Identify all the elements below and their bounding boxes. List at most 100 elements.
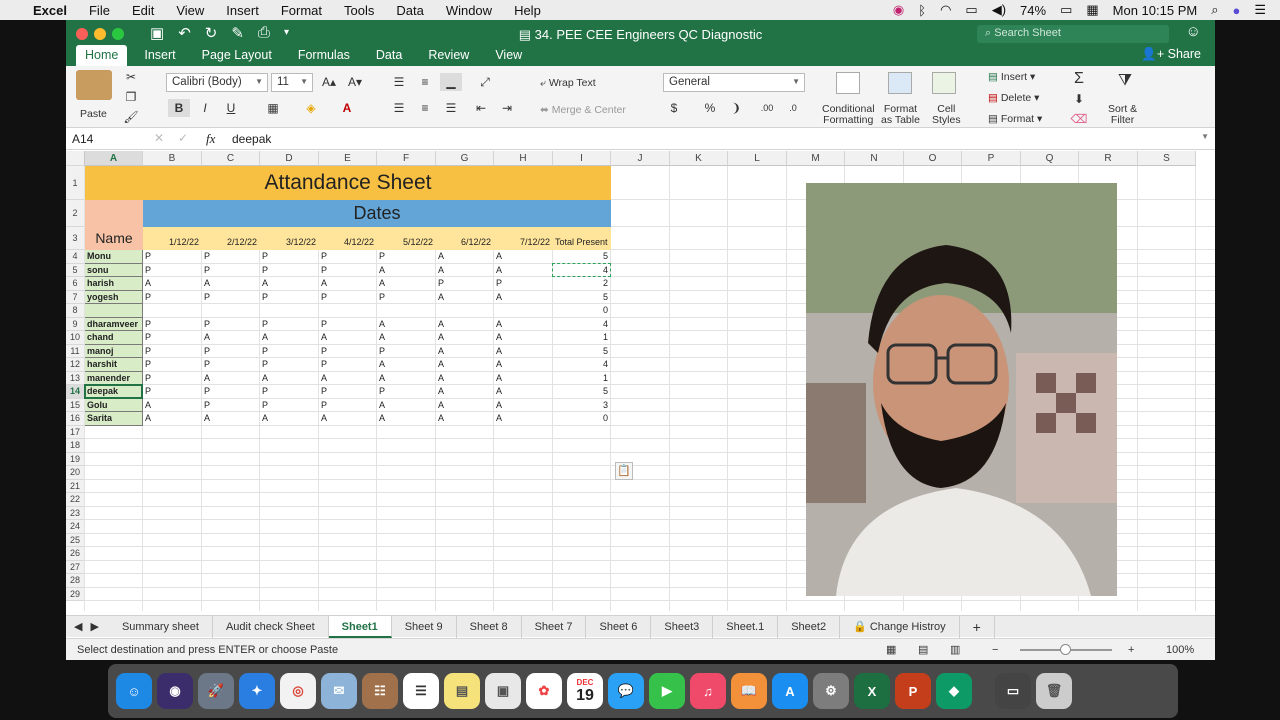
column-header[interactable]: L	[728, 151, 787, 166]
row-header[interactable]: 24	[66, 520, 85, 534]
zoom-in-button[interactable]: +	[1128, 639, 1134, 660]
attendance-cell[interactable]: A	[436, 318, 494, 332]
attendance-cell[interactable]	[494, 304, 553, 318]
attendance-cell[interactable]: P	[319, 345, 377, 359]
airplay-icon[interactable]: ▭	[965, 2, 977, 18]
attendance-cell[interactable]: P	[143, 331, 202, 345]
attendance-cell[interactable]: P	[202, 399, 260, 413]
attendance-cell[interactable]: A	[494, 318, 553, 332]
align-left-icon[interactable]: ☰	[388, 99, 410, 117]
page-layout-view-icon[interactable]: ▤	[918, 639, 928, 660]
attendance-cell[interactable]: P	[143, 291, 202, 305]
attendance-cell[interactable]: A	[143, 277, 202, 291]
row-header[interactable]: 17	[66, 425, 85, 439]
attendance-cell[interactable]: A	[143, 399, 202, 413]
calendar-icon[interactable]: DEC 19	[567, 673, 603, 709]
attendance-cell[interactable]: A	[319, 277, 377, 291]
keyboard-icon[interactable]: ▦	[1086, 2, 1098, 18]
attendance-cell[interactable]: P	[143, 372, 202, 386]
total-present-cell[interactable]: 4	[553, 318, 611, 332]
name-cell[interactable]: Monu	[85, 250, 143, 264]
sheet-tab-sheet-7[interactable]: Sheet 7	[522, 615, 587, 638]
name-cell[interactable]: manender	[85, 371, 143, 385]
total-present-cell[interactable]: 5	[553, 345, 611, 359]
attendance-cell[interactable]: P	[260, 345, 319, 359]
sheet-tab-sheet-9[interactable]: Sheet 9	[392, 615, 457, 638]
select-all-corner[interactable]	[66, 151, 85, 166]
attendance-cell[interactable]	[143, 304, 202, 318]
row-header[interactable]: 3	[66, 227, 85, 250]
attendance-cell[interactable]	[319, 304, 377, 318]
total-present-cell[interactable]: 0	[553, 304, 611, 318]
delete-cells-button[interactable]: ▤ Delete ▾	[988, 92, 1039, 104]
clear-icon[interactable]: ⌫	[1068, 110, 1090, 128]
app-menu-excel[interactable]: Excel	[22, 3, 78, 18]
attendance-cell[interactable]: P	[143, 345, 202, 359]
format-as-table-button[interactable]: Format as Table	[881, 104, 920, 126]
row-header[interactable]: 11	[66, 344, 85, 358]
attendance-cell[interactable]: A	[377, 412, 436, 426]
attendance-cell[interactable]: A	[494, 345, 553, 359]
fill-icon[interactable]: ⬇	[1068, 90, 1090, 108]
attendance-cell[interactable]: A	[436, 358, 494, 372]
wrap-text-button[interactable]: ⤶ Wrap Text	[540, 77, 596, 90]
row-header[interactable]: 28	[66, 574, 85, 588]
attendance-cell[interactable]: A	[436, 385, 494, 399]
attendance-cell[interactable]: A	[260, 412, 319, 426]
increase-decimal-icon[interactable]: .00	[756, 99, 778, 117]
row-header[interactable]: 10	[66, 331, 85, 345]
row-header[interactable]: 29	[66, 587, 85, 601]
attendance-cell[interactable]: P	[319, 318, 377, 332]
downloads-stack-icon[interactable]: ▭	[995, 673, 1031, 709]
scroll-tabs-left-icon[interactable]: ◀	[66, 620, 90, 633]
row-header[interactable]: 27	[66, 560, 85, 574]
column-header[interactable]: N	[845, 151, 904, 166]
attendance-cell[interactable]: A	[494, 358, 553, 372]
attendance-cell[interactable]: A	[494, 385, 553, 399]
add-sheet-button[interactable]: +	[960, 615, 995, 638]
column-header[interactable]: H	[494, 151, 553, 166]
insert-function-button[interactable]: fx	[206, 131, 215, 147]
clock[interactable]: Mon 10:15 PM	[1113, 3, 1198, 18]
contacts-icon[interactable]: ☷	[362, 673, 398, 709]
sort-filter-button[interactable]: Sort & Filter	[1108, 104, 1137, 126]
name-cell[interactable]: harish	[85, 277, 143, 291]
record-icon[interactable]: ◉	[893, 2, 904, 18]
search-sheet-input[interactable]: ⌕ Search Sheet	[977, 25, 1169, 43]
column-header[interactable]: E	[319, 151, 377, 166]
total-present-header-cell[interactable]: Total Present	[553, 227, 615, 250]
row-header[interactable]: 1	[66, 166, 85, 200]
expand-formula-bar-icon[interactable]: ▼	[1201, 132, 1209, 141]
attendance-cell[interactable]: P	[319, 264, 377, 278]
facetime-icon[interactable]: ▶	[649, 673, 685, 709]
row-header[interactable]: 14	[66, 385, 85, 399]
powerpoint-dock-icon[interactable]: P	[895, 673, 931, 709]
tab-page-layout[interactable]: Page Layout	[193, 45, 281, 66]
sheet-tab-change-histroy[interactable]: 🔒 Change Histroy	[840, 615, 960, 638]
sheet-tab-sheet-dot-1[interactable]: Sheet.1	[713, 615, 779, 638]
attendance-cell[interactable]: P	[377, 385, 436, 399]
total-present-cell[interactable]: 5	[553, 291, 611, 305]
column-header[interactable]: J	[611, 151, 670, 166]
attendance-cell[interactable]: P	[202, 345, 260, 359]
attendance-cell[interactable]: A	[202, 277, 260, 291]
name-cell[interactable]: manoj	[85, 344, 143, 358]
tab-formulas[interactable]: Formulas	[289, 45, 359, 66]
menu-view[interactable]: View	[165, 3, 215, 18]
total-present-cell[interactable]: 3	[553, 399, 611, 413]
decrease-font-size-icon[interactable]: A▾	[344, 73, 366, 91]
name-cell[interactable]: sonu	[85, 263, 143, 277]
tab-review[interactable]: Review	[419, 45, 478, 66]
attendance-cell[interactable]: P	[436, 277, 494, 291]
attendance-cell[interactable]: P	[202, 385, 260, 399]
safari-icon[interactable]: ✦	[239, 673, 275, 709]
paste-options-icon[interactable]: 📋	[615, 461, 633, 480]
row-header[interactable]: 7	[66, 290, 85, 304]
attendance-cell[interactable]: P	[260, 399, 319, 413]
attendance-cell[interactable]: A	[436, 412, 494, 426]
row-header[interactable]: 26	[66, 547, 85, 561]
attendance-cell[interactable]: A	[436, 372, 494, 386]
align-center-icon[interactable]: ≡	[414, 99, 436, 117]
fill-color-icon[interactable]: ◈	[300, 99, 322, 117]
dates-header-cell[interactable]: Dates	[143, 200, 611, 227]
